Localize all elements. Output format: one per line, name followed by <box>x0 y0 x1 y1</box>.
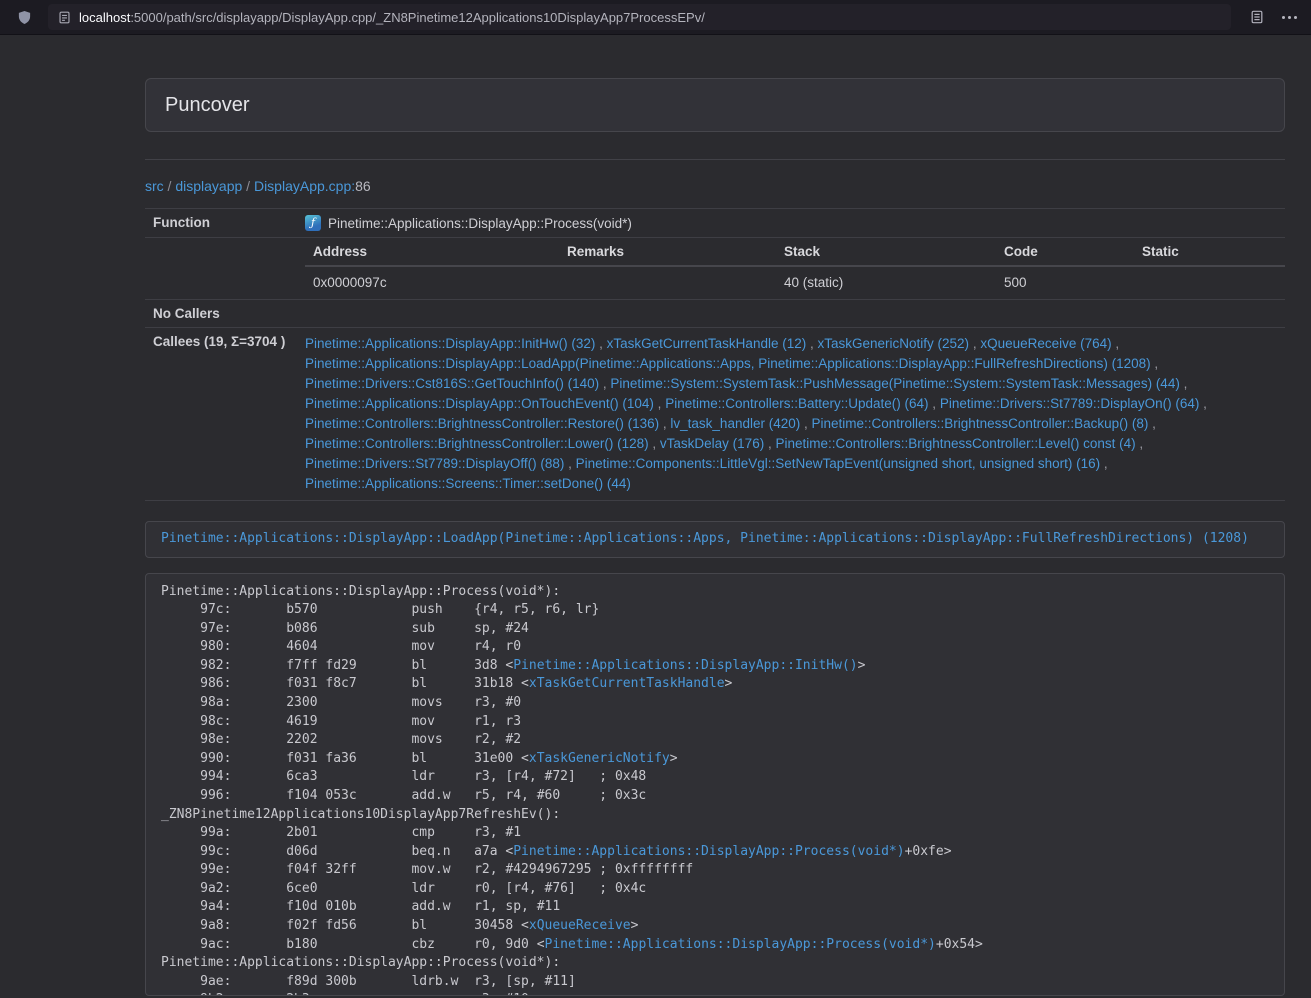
symbol-box-link[interactable]: Pinetime::Applications::DisplayApp::Load… <box>161 531 1249 546</box>
callee-separator: , <box>1199 396 1207 411</box>
symbol-link[interactable]: Pinetime::Applications::DisplayApp::Proc… <box>545 937 936 952</box>
url-text: localhost:5000/path/src/displayapp/Displ… <box>79 10 705 25</box>
symbol-box: Pinetime::Applications::DisplayApp::Load… <box>145 521 1285 558</box>
callee-link[interactable]: Pinetime::System::SystemTask::PushMessag… <box>610 376 1179 391</box>
callee-link[interactable]: Pinetime::Components::LittleVgl::SetNewT… <box>576 456 1101 471</box>
callee-link[interactable]: xTaskGenericNotify (252) <box>818 336 970 351</box>
metrics-header-row: Address Remarks Stack Code Static <box>305 238 1285 266</box>
callee-separator: , <box>1112 336 1120 351</box>
callee-link[interactable]: xQueueReceive (764) <box>980 336 1111 351</box>
callee-link[interactable]: vTaskDelay (176) <box>660 436 764 451</box>
overflow-menu-icon[interactable] <box>1273 4 1305 30</box>
callee-link[interactable]: xTaskGetCurrentTaskHandle (12) <box>607 336 807 351</box>
callee-separator: , <box>595 336 606 351</box>
symbol-info-table: Function ƒ Pinetime::Applications::Displ… <box>145 208 1285 501</box>
symbol-link[interactable]: xQueueReceive <box>529 918 631 933</box>
callee-separator: , <box>764 436 775 451</box>
callee-separator: , <box>1136 436 1144 451</box>
breadcrumb: src / displayapp / DisplayApp.cpp:86 <box>145 178 1285 194</box>
url-domain: localhost <box>79 10 130 25</box>
static-value <box>1134 266 1285 299</box>
metrics-table: Address Remarks Stack Code Static 0x0000… <box>305 238 1285 299</box>
stack-value: 40 (static) <box>776 266 996 299</box>
callee-link[interactable]: Pinetime::Controllers::BrightnessControl… <box>812 416 1149 431</box>
callee-link[interactable]: Pinetime::Controllers::BrightnessControl… <box>305 436 649 451</box>
callee-separator: , <box>806 336 817 351</box>
symbol-link[interactable]: Pinetime::Applications::DisplayApp::Init… <box>513 658 857 673</box>
page-title: Puncover <box>165 93 1265 117</box>
table-row-no-callers: No Callers <box>145 300 1285 328</box>
address-value: 0x0000097c <box>305 266 559 299</box>
breadcrumb-separator: / <box>164 178 176 194</box>
column-header-address: Address <box>305 238 559 266</box>
function-icon: ƒ <box>305 215 321 231</box>
breadcrumb-link[interactable]: displayapp <box>175 178 242 194</box>
callee-separator: , <box>1100 456 1108 471</box>
callee-separator: , <box>1148 416 1156 431</box>
callee-separator: , <box>800 416 811 431</box>
symbol-link[interactable]: xTaskGetCurrentTaskHandle <box>529 676 725 691</box>
callee-separator: , <box>1151 356 1159 371</box>
tracking-protection-shield-icon[interactable] <box>0 10 48 25</box>
callees-list: Pinetime::Applications::DisplayApp::Init… <box>297 328 1285 501</box>
column-header-remarks: Remarks <box>559 238 776 266</box>
breadcrumb-line-number: 86 <box>355 178 371 194</box>
symbol-link[interactable]: xTaskGenericNotify <box>529 751 670 766</box>
callee-separator: , <box>654 396 665 411</box>
callee-separator: , <box>969 336 980 351</box>
callee-link[interactable]: Pinetime::Drivers::St7789::DisplayOff() … <box>305 456 564 471</box>
callee-link[interactable]: Pinetime::Drivers::Cst816S::GetTouchInfo… <box>305 376 599 391</box>
breadcrumb-link[interactable]: DisplayApp.cpp: <box>254 178 355 194</box>
callee-link[interactable]: Pinetime::Applications::Screens::Timer::… <box>305 476 631 491</box>
callee-link[interactable]: Pinetime::Controllers::BrightnessControl… <box>305 416 659 431</box>
breadcrumb-separator: / <box>242 178 254 194</box>
table-row-metrics: Address Remarks Stack Code Static 0x0000… <box>145 238 1285 300</box>
column-header-code: Code <box>996 238 1134 266</box>
column-header-static: Static <box>1134 238 1285 266</box>
table-row-function: Function ƒ Pinetime::Applications::Displ… <box>145 209 1285 238</box>
reader-view-icon[interactable] <box>1241 4 1273 30</box>
page-title-box: Puncover <box>145 78 1285 132</box>
callee-link[interactable]: Pinetime::Controllers::Battery::Update()… <box>665 396 928 411</box>
symbol-link[interactable]: Pinetime::Applications::DisplayApp::Proc… <box>513 844 904 859</box>
column-header-stack: Stack <box>776 238 996 266</box>
callee-separator: , <box>564 456 575 471</box>
function-name: Pinetime::Applications::DisplayApp::Proc… <box>328 216 632 231</box>
page-body: Puncover src / displayapp / DisplayApp.c… <box>0 35 1311 996</box>
url-path: :5000/path/src/displayapp/DisplayApp.cpp… <box>130 10 705 25</box>
callee-link[interactable]: lv_task_handler (420) <box>670 416 800 431</box>
url-bar[interactable]: localhost:5000/path/src/displayapp/Displ… <box>48 4 1231 30</box>
code-value: 500 <box>996 266 1134 299</box>
browser-toolbar: localhost:5000/path/src/displayapp/Displ… <box>0 0 1311 35</box>
callee-link[interactable]: Pinetime::Applications::DisplayApp::Init… <box>305 336 595 351</box>
no-callers-label: No Callers <box>145 300 297 328</box>
function-label: Function <box>145 209 297 238</box>
callee-separator: , <box>649 436 660 451</box>
breadcrumb-link[interactable]: src <box>145 178 164 194</box>
callee-separator: , <box>659 416 670 431</box>
callee-separator: , <box>1180 376 1188 391</box>
disassembly-code: Pinetime::Applications::DisplayApp::Proc… <box>145 573 1285 996</box>
table-row-callees: Callees (19, Σ=3704 ) Pinetime::Applicat… <box>145 328 1285 501</box>
page-icon <box>58 11 71 24</box>
callee-link[interactable]: Pinetime::Controllers::BrightnessControl… <box>775 436 1135 451</box>
callee-separator: , <box>929 396 940 411</box>
callee-link[interactable]: Pinetime::Applications::DisplayApp::Load… <box>305 356 1151 371</box>
callees-label: Callees (19, Σ=3704 ) <box>145 328 297 501</box>
callee-link[interactable]: Pinetime::Applications::DisplayApp::OnTo… <box>305 396 654 411</box>
divider <box>145 159 1285 160</box>
callee-separator: , <box>599 376 610 391</box>
metrics-data-row: 0x0000097c 40 (static) 500 <box>305 266 1285 299</box>
remarks-value <box>559 266 776 299</box>
callee-link[interactable]: Pinetime::Drivers::St7789::DisplayOn() (… <box>940 396 1200 411</box>
content-container: Puncover src / displayapp / DisplayApp.c… <box>145 78 1285 996</box>
